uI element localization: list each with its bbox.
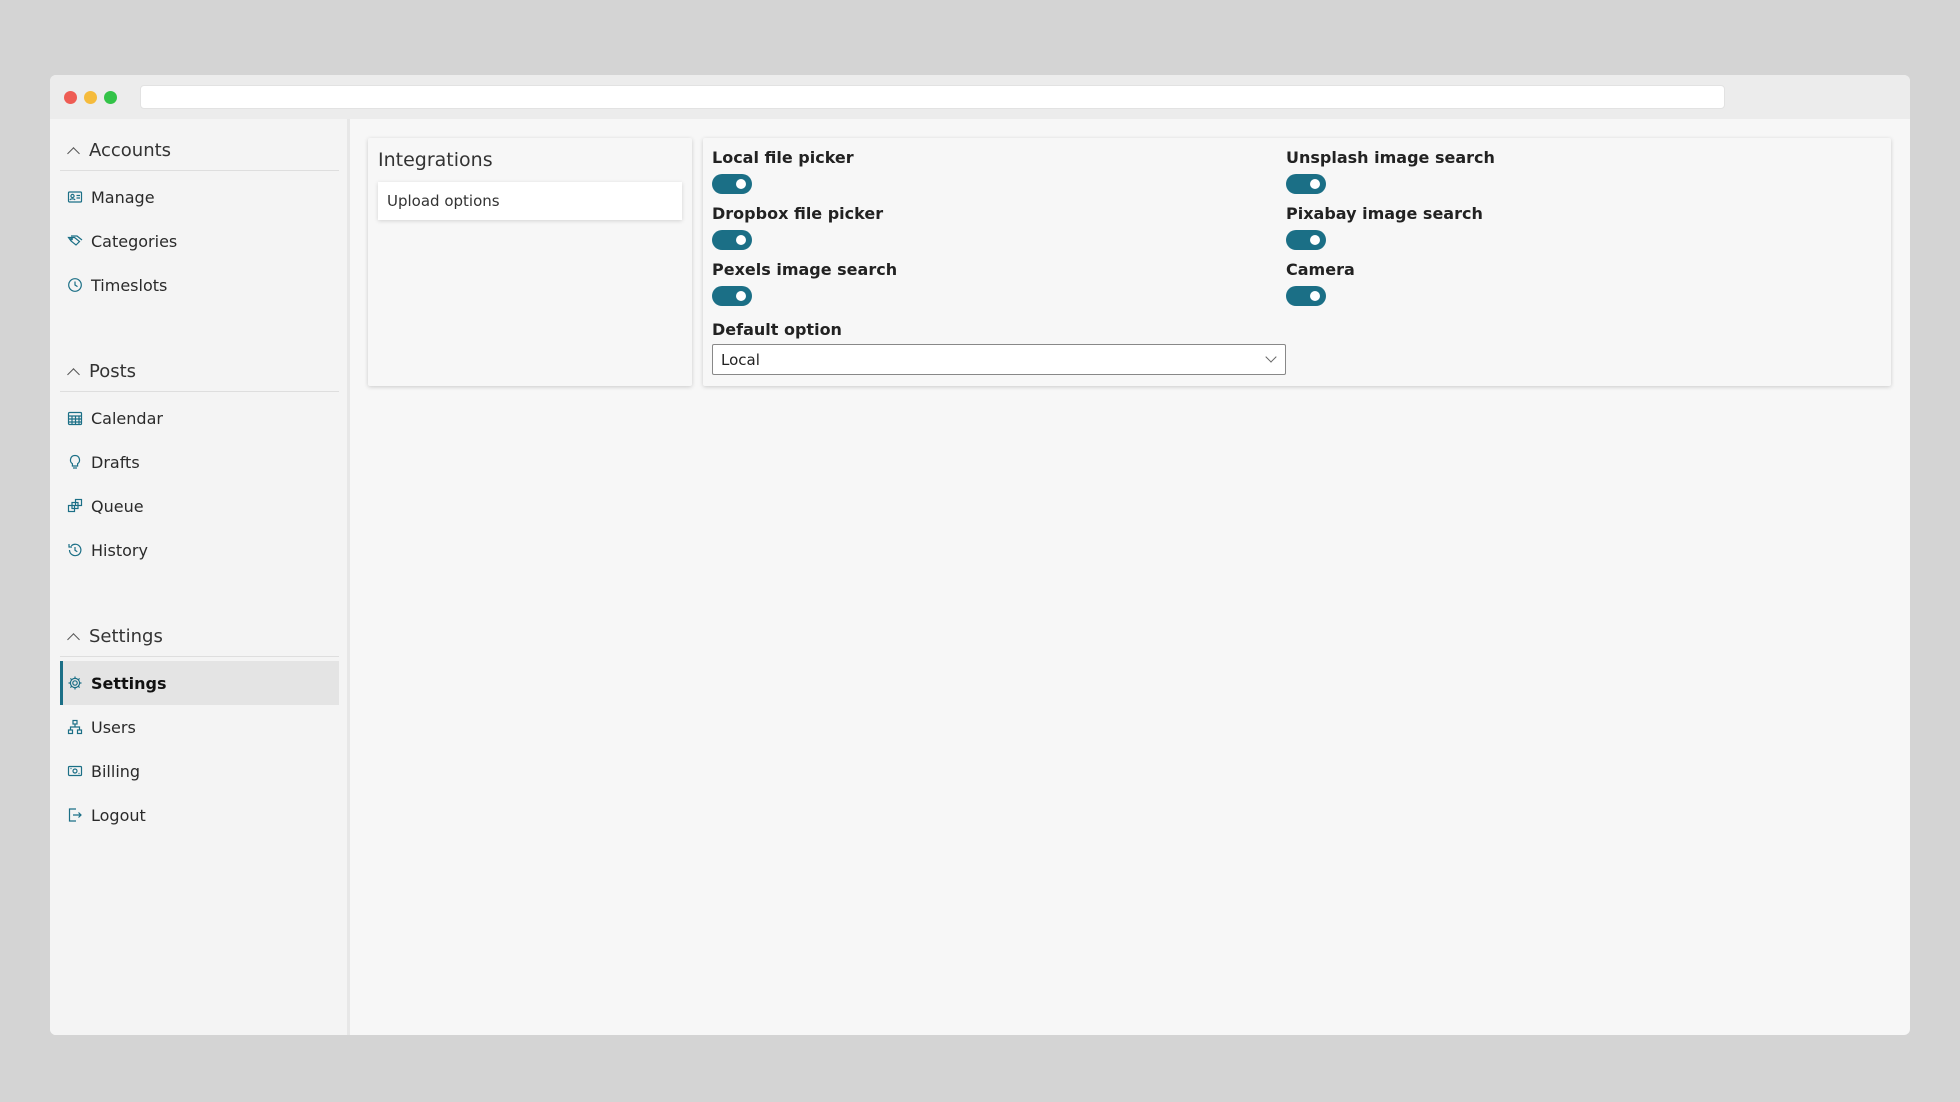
option-label: Unsplash image search bbox=[1286, 148, 1495, 167]
sidebar-item-timeslots[interactable]: Timeslots bbox=[60, 263, 339, 307]
calendar-icon bbox=[67, 410, 83, 426]
camera-option: Camera bbox=[1286, 260, 1355, 306]
local-file-picker-option: Local file picker bbox=[712, 148, 854, 194]
section-title: Posts bbox=[89, 361, 137, 382]
gear-icon bbox=[67, 675, 83, 691]
pixabay-image-search-option: Pixabay image search bbox=[1286, 204, 1483, 250]
sidebar-item-drafts[interactable]: Drafts bbox=[60, 440, 339, 484]
history-icon bbox=[67, 542, 83, 558]
section-header-settings[interactable]: Settings bbox=[60, 617, 339, 657]
sidebar-item-label: Billing bbox=[91, 761, 141, 781]
sidebar-item-label: Categories bbox=[91, 231, 178, 251]
unsplash-image-search-toggle[interactable] bbox=[1286, 174, 1326, 194]
chevron-up-icon bbox=[67, 146, 80, 160]
sidebar-section-accounts: Accounts Manage Categories Timeslots bbox=[60, 131, 339, 307]
maximize-window-button[interactable] bbox=[104, 91, 117, 104]
camera-toggle[interactable] bbox=[1286, 286, 1326, 306]
sidebar-item-history[interactable]: History bbox=[60, 528, 339, 572]
option-label: Camera bbox=[1286, 260, 1355, 279]
sidebar-item-label: Users bbox=[91, 717, 136, 737]
clock-icon bbox=[67, 277, 83, 293]
default-option-label: Default option bbox=[712, 320, 842, 339]
logout-icon bbox=[67, 807, 83, 823]
address-bar[interactable] bbox=[140, 85, 1725, 109]
pixabay-image-search-toggle[interactable] bbox=[1286, 230, 1326, 250]
close-window-button[interactable] bbox=[64, 91, 77, 104]
sidebar-item-queue[interactable]: Queue bbox=[60, 484, 339, 528]
sidebar-item-label: Drafts bbox=[91, 452, 140, 472]
sidebar-item-billing[interactable]: Billing bbox=[60, 749, 339, 793]
lightbulb-icon bbox=[67, 454, 83, 470]
sidebar-item-logout[interactable]: Logout bbox=[60, 793, 339, 837]
section-title: Settings bbox=[89, 626, 163, 647]
chevron-up-icon bbox=[67, 367, 80, 381]
sidebar-item-label: History bbox=[91, 540, 148, 560]
sidebar-item-label: Settings bbox=[91, 673, 167, 693]
id-card-icon bbox=[67, 189, 83, 205]
option-label: Pixabay image search bbox=[1286, 204, 1483, 223]
browser-window: Accounts Manage Categories Timeslots Pos… bbox=[50, 75, 1910, 1035]
dropbox-file-picker-option: Dropbox file picker bbox=[712, 204, 883, 250]
billing-icon bbox=[67, 763, 83, 779]
sidebar-item-manage[interactable]: Manage bbox=[60, 175, 339, 219]
dropbox-file-picker-toggle[interactable] bbox=[712, 230, 752, 250]
integrations-title: Integrations bbox=[378, 149, 493, 171]
section-header-accounts[interactable]: Accounts bbox=[60, 131, 339, 171]
sidebar-item-label: Calendar bbox=[91, 408, 163, 428]
users-icon bbox=[67, 719, 83, 735]
option-label: Dropbox file picker bbox=[712, 204, 884, 223]
local-file-picker-toggle[interactable] bbox=[712, 174, 752, 194]
pexels-image-search-option: Pexels image search bbox=[712, 260, 897, 306]
upload-options-item[interactable]: Upload options bbox=[378, 182, 682, 220]
section-title: Accounts bbox=[89, 140, 172, 161]
sidebar: Accounts Manage Categories Timeslots Pos… bbox=[50, 119, 350, 1035]
queue-icon bbox=[67, 498, 83, 514]
sidebar-item-label: Queue bbox=[91, 496, 144, 516]
upload-options-panel: Local file picker Unsplash image search … bbox=[703, 138, 1891, 386]
option-label: Pexels image search bbox=[712, 260, 898, 279]
sidebar-item-categories[interactable]: Categories bbox=[60, 219, 339, 263]
sidebar-section-posts: Posts Calendar Drafts Queue History bbox=[60, 352, 339, 572]
tags-icon bbox=[67, 233, 83, 249]
section-header-posts[interactable]: Posts bbox=[60, 352, 339, 392]
default-option-select[interactable]: Local bbox=[712, 344, 1286, 375]
sidebar-item-users[interactable]: Users bbox=[60, 705, 339, 749]
chevron-down-icon bbox=[1265, 351, 1277, 363]
integrations-panel: Integrations Upload options bbox=[368, 138, 692, 386]
sidebar-section-settings: Settings Settings Users Billing Logout bbox=[60, 617, 339, 837]
option-label: Local file picker bbox=[712, 148, 854, 167]
sidebar-item-calendar[interactable]: Calendar bbox=[60, 396, 339, 440]
sidebar-item-label: Manage bbox=[91, 187, 155, 207]
sidebar-item-label: Timeslots bbox=[91, 275, 168, 295]
minimize-window-button[interactable] bbox=[84, 91, 97, 104]
pexels-image-search-toggle[interactable] bbox=[712, 286, 752, 306]
title-bar bbox=[50, 75, 1910, 119]
sidebar-item-label: Logout bbox=[91, 805, 146, 825]
sidebar-item-settings[interactable]: Settings bbox=[60, 661, 339, 705]
chevron-up-icon bbox=[67, 632, 80, 646]
default-option-value: Local bbox=[721, 351, 760, 369]
unsplash-image-search-option: Unsplash image search bbox=[1286, 148, 1495, 194]
